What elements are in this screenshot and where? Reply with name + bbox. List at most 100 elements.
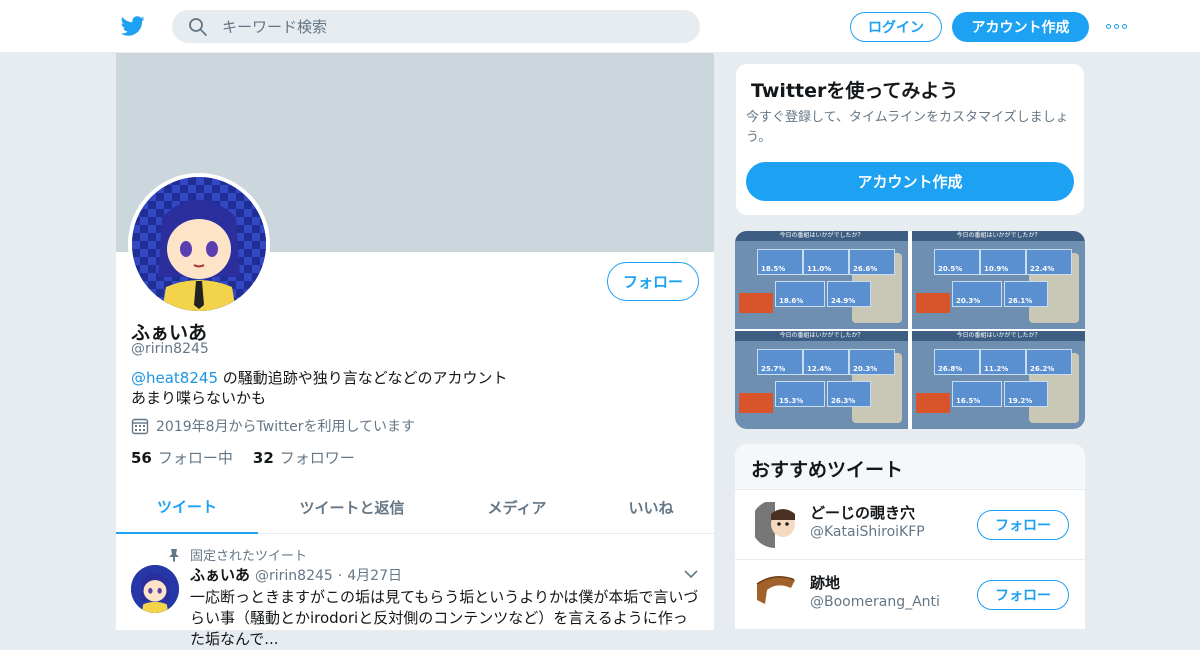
profile-handle: @ririn8245 — [131, 341, 209, 357]
survey-option-box: 26.2% — [1026, 349, 1072, 375]
followers-link[interactable]: 32 フォロワー — [253, 447, 355, 468]
recommended-avatar[interactable] — [751, 570, 799, 618]
survey-option-box: 26.3% — [827, 381, 871, 407]
survey-percentage: 11.2% — [984, 365, 1009, 373]
thumbnail-red-banner — [739, 293, 773, 313]
survey-percentage: 20.3% — [956, 297, 981, 305]
survey-percentage: 20.3% — [853, 365, 878, 373]
survey-option-box: 20.5% — [934, 249, 980, 275]
recommended-name[interactable]: 跡地 — [810, 572, 840, 593]
survey-option-box: 24.9% — [827, 281, 871, 307]
media-thumbnail[interactable]: 今日の番組はいかがでしたか？ 20.5% 10.9% 22.4% 20.3% 26.1% — [912, 231, 1085, 329]
tweet-avatar[interactable] — [131, 565, 179, 613]
thumbnail-header: 今日の番組はいかがでしたか？ — [912, 331, 1085, 341]
media-thumbnail[interactable]: 今日の番組はいかがでしたか？ 26.8% 11.2% 26.2% 16.5% 19.2% — [912, 331, 1085, 429]
thumbnail-red-banner — [739, 393, 773, 413]
search-icon — [189, 18, 207, 36]
boomerang-avatar — [751, 570, 799, 618]
survey-percentage: 26.6% — [853, 265, 878, 273]
thumbnail-red-banner — [916, 393, 950, 413]
avatar-illustration — [132, 177, 266, 311]
chevron-down-icon[interactable] — [684, 569, 698, 579]
recommended-follow-button[interactable]: フォロー — [977, 580, 1069, 610]
tweet-author-name[interactable]: ふぁいあ — [190, 564, 250, 585]
survey-percentage: 26.8% — [938, 365, 963, 373]
survey-percentage: 24.9% — [831, 297, 856, 305]
signup-card: Twitterを使ってみよう 今すぐ登録して、タイムラインをカスタマイズしましょ… — [735, 63, 1085, 216]
recommended-title: おすすめツイート — [735, 444, 1085, 490]
profile-bio: @heat8245 の騒動追跡や独り言などなどのアカウント あまり喋らないかも — [131, 368, 691, 408]
tweet-text: 一応断っときますがこの垢は見てもらう垢というよりかは僕が本垢で言いづらい事（騒動… — [190, 588, 699, 648]
tab-tweets[interactable]: ツイート — [116, 481, 258, 534]
survey-percentage: 26.3% — [831, 397, 856, 405]
survey-option-box: 26.6% — [849, 249, 895, 275]
recommended-handle[interactable]: @KataiShiroiKFP — [810, 524, 925, 540]
recommended-handle[interactable]: @Boomerang_Anti — [810, 594, 940, 610]
survey-percentage: 26.1% — [1008, 297, 1033, 305]
survey-option-box: 15.3% — [775, 381, 825, 407]
pinned-tweet[interactable]: 固定されたツイート ふぁいあ @ririn8245 · 4月27日 一応断っとき… — [116, 535, 714, 648]
survey-percentage: 10.9% — [984, 265, 1009, 273]
signup-card-description: 今すぐ登録して、タイムラインをカスタマイズしましょう。 — [746, 110, 1069, 145]
survey-option-box: 11.0% — [803, 249, 849, 275]
survey-option-box: 25.7% — [757, 349, 803, 375]
signup-button[interactable]: アカウント作成 — [952, 12, 1089, 42]
survey-percentage: 12.4% — [807, 365, 832, 373]
recommended-item[interactable]: 跡地 @Boomerang_Anti フォロー — [735, 560, 1085, 630]
survey-percentage: 11.0% — [807, 265, 832, 273]
survey-percentage: 22.4% — [1030, 265, 1055, 273]
survey-option-box: 20.3% — [952, 281, 1002, 307]
pin-icon — [169, 548, 179, 562]
follow-counts: 56 フォロー中 32 フォロワー — [131, 447, 355, 468]
survey-option-box: 22.4% — [1026, 249, 1072, 275]
top-navigation-bar: ログイン アカウント作成 — [0, 0, 1200, 53]
tweet-date[interactable]: 4月27日 — [347, 565, 402, 585]
following-link[interactable]: 56 フォロー中 — [131, 447, 233, 468]
media-thumbnail[interactable]: 今日の番組はいかがでしたか？ 18.5% 11.0% 26.6% 18.6% 24.9% — [735, 231, 908, 329]
survey-option-box: 26.8% — [934, 349, 980, 375]
tweet-author-handle[interactable]: @ririn8245 — [255, 568, 333, 584]
follow-button[interactable]: フォロー — [607, 262, 699, 301]
tab-media[interactable]: メディア — [446, 481, 588, 534]
thumbnail-header: 今日の番組はいかがでしたか？ — [735, 231, 908, 241]
survey-option-box: 11.2% — [980, 349, 1026, 375]
survey-percentage: 15.3% — [779, 397, 804, 405]
search-input[interactable] — [222, 10, 682, 43]
survey-percentage: 19.2% — [1008, 397, 1033, 405]
tweet-header: ふぁいあ @ririn8245 · 4月27日 — [190, 564, 402, 585]
tab-tweets-and-replies[interactable]: ツイートと返信 — [258, 481, 446, 534]
profile-tabs: ツイート ツイートと返信 メディア いいね — [116, 481, 714, 534]
survey-option-box: 18.5% — [757, 249, 803, 275]
more-options-icon[interactable] — [1106, 18, 1130, 34]
survey-percentage: 20.5% — [938, 265, 963, 273]
recommended-item[interactable]: どーじの覗き穴 @KataiShiroiKFP フォロー — [735, 490, 1085, 560]
survey-option-box: 19.2% — [1004, 381, 1048, 407]
tweet-separator: · — [337, 568, 343, 584]
media-thumbnail[interactable]: 今日の番組はいかがでしたか？ 25.7% 12.4% 20.3% 15.3% 26.3% — [735, 331, 908, 429]
profile-avatar[interactable] — [128, 173, 270, 315]
signup-card-button[interactable]: アカウント作成 — [746, 162, 1074, 201]
survey-option-box: 16.5% — [952, 381, 1002, 407]
survey-percentage: 16.5% — [956, 397, 981, 405]
search-bar[interactable] — [172, 10, 700, 43]
survey-percentage: 26.2% — [1030, 365, 1055, 373]
survey-percentage: 18.5% — [761, 265, 786, 273]
survey-percentage: 18.6% — [779, 297, 804, 305]
survey-option-box: 26.1% — [1004, 281, 1048, 307]
login-button[interactable]: ログイン — [850, 12, 942, 42]
door-peek-avatar — [751, 500, 799, 548]
joined-date: 2019年8月からTwitterを利用しています — [131, 416, 415, 436]
tab-likes[interactable]: いいね — [588, 481, 714, 534]
recommended-tweets: おすすめツイート どーじの覗き穴 @KataiShiroiKFP フォロー 跡地… — [735, 444, 1085, 630]
twitter-bird-icon[interactable] — [120, 14, 146, 38]
survey-option-box: 10.9% — [980, 249, 1026, 275]
survey-option-box: 18.6% — [775, 281, 825, 307]
media-grid: 今日の番組はいかがでしたか？ 18.5% 11.0% 26.6% 18.6% 24.9% 今… — [735, 231, 1085, 429]
recommended-follow-button[interactable]: フォロー — [977, 510, 1069, 540]
bio-mention-link[interactable]: @heat8245 — [131, 369, 218, 387]
survey-option-box: 20.3% — [849, 349, 895, 375]
recommended-avatar[interactable] — [751, 500, 799, 548]
pinned-label: 固定されたツイート — [168, 545, 307, 564]
recommended-name[interactable]: どーじの覗き穴 — [810, 502, 915, 523]
thumbnail-header: 今日の番組はいかがでしたか？ — [735, 331, 908, 341]
